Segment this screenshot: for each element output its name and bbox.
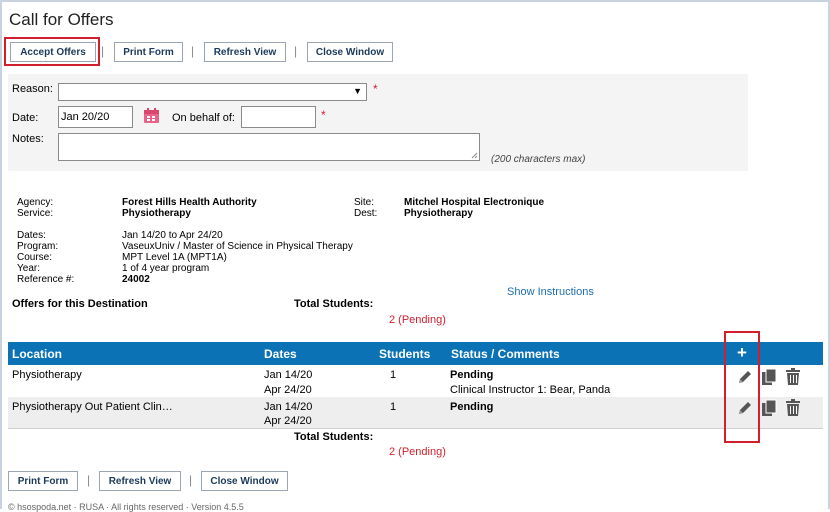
year-value: 1 of 4 year program bbox=[122, 263, 210, 274]
refresh-view-button-bottom[interactable]: Refresh View bbox=[99, 471, 181, 491]
toolbar-separator: | bbox=[101, 44, 105, 58]
calendar-icon[interactable] bbox=[143, 107, 160, 127]
row-status: Pending bbox=[450, 369, 494, 381]
course-value: MPT Level 1A (MPT1A) bbox=[122, 252, 227, 263]
agency-value: Forest Hills Health Authority bbox=[122, 197, 257, 208]
offers-total-value: 2 (Pending) bbox=[389, 314, 446, 326]
table-total-value: 2 (Pending) bbox=[389, 446, 446, 458]
program-label: Program: bbox=[17, 241, 59, 252]
required-marker: * bbox=[321, 108, 326, 122]
print-form-button-bottom[interactable]: Print Form bbox=[8, 471, 78, 491]
print-form-button[interactable]: Print Form bbox=[114, 42, 183, 62]
column-header-status: Status / Comments bbox=[451, 347, 560, 361]
table-total-label: Total Students: bbox=[294, 431, 374, 443]
footer-copyright: © hsospoda.net · RUSA · All rights reser… bbox=[8, 502, 244, 512]
copy-icon[interactable] bbox=[761, 368, 777, 389]
actions-column-highlight bbox=[724, 331, 760, 443]
service-value: Physiotherapy bbox=[122, 208, 191, 219]
toolbar-separator: | bbox=[294, 44, 298, 58]
table-row: Physiotherapy Jan 14/20 Apr 24/20 1 Pend… bbox=[8, 365, 823, 397]
course-label: Course: bbox=[17, 252, 53, 263]
offers-table-header: Location Dates Students Status / Comment… bbox=[8, 342, 823, 365]
window-top-border bbox=[0, 0, 830, 2]
row-students: 1 bbox=[390, 401, 397, 413]
offers-heading: Offers for this Destination bbox=[12, 298, 148, 310]
trash-icon[interactable] bbox=[785, 399, 801, 420]
reference-label: Reference #: bbox=[17, 274, 75, 285]
row-location: Physiotherapy bbox=[12, 369, 82, 381]
dest-value: Physiotherapy bbox=[404, 208, 473, 219]
required-marker: * bbox=[373, 82, 378, 96]
date-label: Date: bbox=[12, 112, 39, 124]
site-label: Site: bbox=[354, 197, 375, 208]
on-behalf-input[interactable] bbox=[241, 106, 316, 128]
service-label: Service: bbox=[17, 208, 54, 219]
row-status: Pending bbox=[450, 401, 494, 413]
year-label: Year: bbox=[17, 263, 40, 274]
toolbar-separator: | bbox=[189, 473, 193, 487]
agency-label: Agency: bbox=[17, 197, 54, 208]
toolbar-separator: | bbox=[87, 473, 91, 487]
on-behalf-label: On behalf of: bbox=[172, 112, 235, 124]
toolbar-separator: | bbox=[191, 44, 195, 58]
row-date-end: Apr 24/20 bbox=[264, 415, 312, 427]
row-date-end: Apr 24/20 bbox=[264, 384, 312, 396]
row-date-start: Jan 14/20 bbox=[264, 369, 313, 381]
column-header-location: Location bbox=[12, 347, 62, 361]
row-location: Physiotherapy Out Patient Clin… bbox=[12, 401, 173, 413]
row-divider bbox=[8, 428, 823, 429]
program-value: VaseuxUniv / Master of Science in Physic… bbox=[122, 241, 353, 252]
copy-icon[interactable] bbox=[761, 399, 777, 420]
reference-value: 24002 bbox=[122, 274, 150, 285]
row-comment: Clinical Instructor 1: Bear, Panda bbox=[450, 384, 611, 396]
refresh-view-button[interactable]: Refresh View bbox=[204, 42, 286, 62]
accept-offers-highlight bbox=[4, 37, 100, 66]
dates-value: Jan 14/20 to Apr 24/20 bbox=[122, 230, 223, 241]
offers-total-label: Total Students: bbox=[294, 298, 374, 310]
notes-label: Notes: bbox=[12, 133, 44, 145]
notes-textarea[interactable] bbox=[58, 133, 480, 161]
dest-label: Dest: bbox=[354, 208, 378, 219]
show-instructions-link[interactable]: Show Instructions bbox=[507, 286, 594, 298]
window-left-border bbox=[0, 0, 2, 509]
notes-max-hint: (200 characters max) bbox=[491, 154, 586, 165]
trash-icon[interactable] bbox=[785, 368, 801, 389]
row-students: 1 bbox=[390, 369, 397, 381]
dates-label: Dates: bbox=[17, 230, 46, 241]
reason-label: Reason: bbox=[12, 83, 53, 95]
table-row: Physiotherapy Out Patient Clin… Jan 14/2… bbox=[8, 397, 823, 428]
resize-grip-icon[interactable] bbox=[471, 152, 478, 159]
date-input[interactable] bbox=[58, 106, 133, 128]
column-header-dates: Dates bbox=[264, 347, 297, 361]
close-window-button[interactable]: Close Window bbox=[307, 42, 393, 62]
dropdown-arrow-icon: ▼ bbox=[353, 86, 362, 96]
column-header-students: Students bbox=[379, 347, 431, 361]
page-title: Call for Offers bbox=[9, 10, 114, 29]
row-date-start: Jan 14/20 bbox=[264, 401, 313, 413]
site-value: Mitchel Hospital Electronique bbox=[404, 197, 545, 208]
close-window-button-bottom[interactable]: Close Window bbox=[201, 471, 288, 491]
reason-select[interactable]: ▼ bbox=[58, 83, 367, 101]
